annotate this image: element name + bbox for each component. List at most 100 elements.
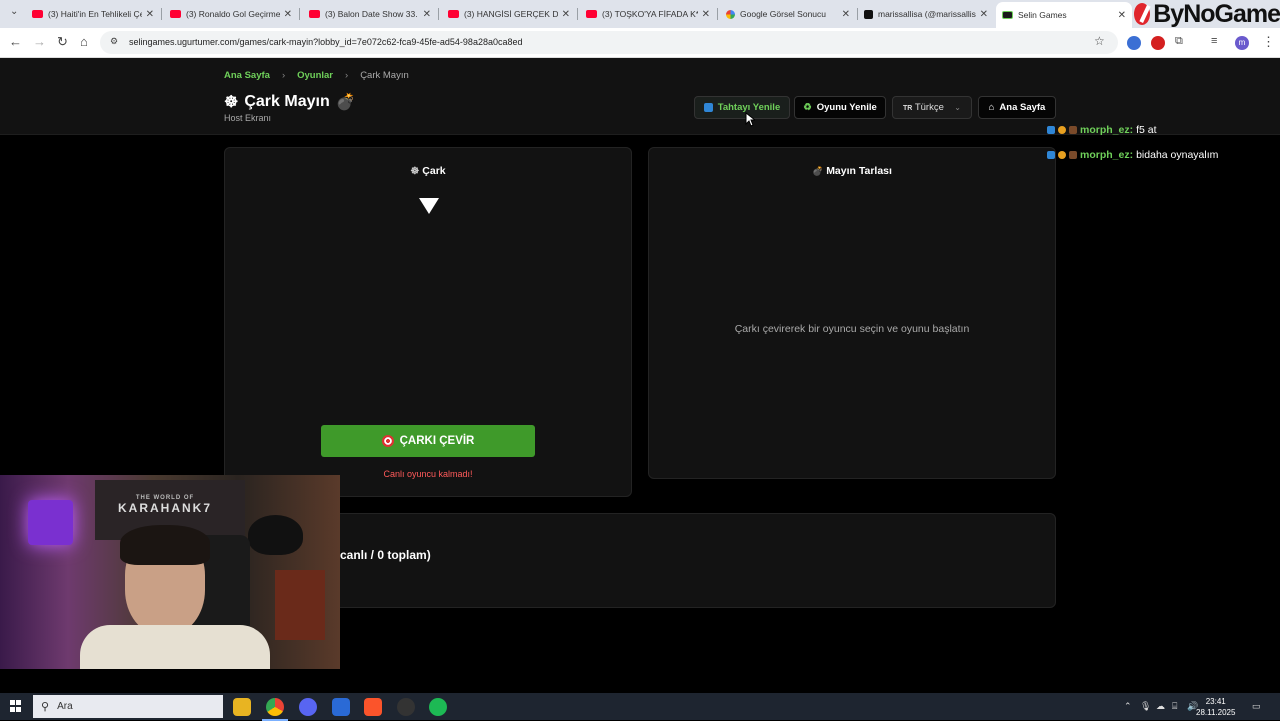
extensions-puzzle-icon[interactable]: ⧉ bbox=[1175, 35, 1183, 48]
minefield-panel-title: 💣 Mayın Tarlası bbox=[812, 165, 892, 177]
webcam-person-shirt bbox=[80, 625, 270, 669]
browser-tab-5[interactable]: (3) TOŞKO'YA FİFADA K*Y ✕ bbox=[580, 3, 716, 25]
webcam-overlay: THE WORLD OF KARAHANK7 bbox=[0, 475, 340, 669]
notification-icon[interactable]: ▭ bbox=[1252, 701, 1261, 712]
close-icon[interactable]: ✕ bbox=[980, 9, 988, 20]
house-icon: ⌂ bbox=[988, 102, 995, 113]
close-icon[interactable]: ✕ bbox=[146, 9, 154, 20]
selin-games-icon bbox=[1002, 11, 1013, 19]
refresh-icon bbox=[703, 103, 713, 112]
youtube-icon bbox=[448, 10, 459, 18]
bookmark-star-icon[interactable]: ☆ bbox=[1094, 34, 1105, 48]
webcam-person-hair bbox=[120, 525, 210, 565]
page-title: ☸ Çark Mayın 💣 bbox=[224, 93, 356, 111]
language-select[interactable]: TR Türkçe ⌄ bbox=[892, 96, 972, 119]
chat-badge-icon bbox=[1069, 126, 1077, 134]
page-subtitle: Host Ekranı bbox=[224, 113, 272, 123]
youtube-icon bbox=[32, 10, 43, 18]
chrome-icon[interactable] bbox=[262, 698, 288, 721]
mouse-cursor-icon bbox=[745, 112, 755, 127]
menu-kebab-icon[interactable]: ⋮ bbox=[1262, 34, 1275, 50]
back-icon[interactable]: ← bbox=[9, 34, 22, 49]
home-button[interactable]: ⌂ Ana Sayfa bbox=[978, 96, 1056, 119]
network-icon[interactable]: ⌸ bbox=[1172, 701, 1177, 712]
chat-badge-icon bbox=[1047, 151, 1055, 159]
forward-icon[interactable]: → bbox=[33, 34, 46, 49]
spin-wheel-button[interactable]: ÇARKI ÇEVİR bbox=[321, 425, 535, 457]
breadcrumb-home-link[interactable]: Ana Sayfa bbox=[224, 70, 270, 81]
close-icon[interactable]: ✕ bbox=[842, 9, 850, 20]
wheel-panel: ☸ Çark ÇARKI ÇEVİR Canlı oyuncu kalmadı! bbox=[224, 147, 632, 497]
media-control-icon[interactable]: ≡ bbox=[1211, 35, 1217, 47]
browser-tab-7[interactable]: marissallisa (@marissallis ✕ bbox=[858, 3, 994, 25]
close-icon[interactable]: ✕ bbox=[284, 9, 292, 20]
brave-icon[interactable] bbox=[364, 698, 382, 716]
wheel-panel-title: ☸ Çark bbox=[410, 165, 446, 177]
chevron-up-icon[interactable]: ⌃ bbox=[1124, 701, 1132, 712]
file-explorer-icon[interactable] bbox=[233, 698, 251, 716]
bomb-icon: 💣 bbox=[812, 166, 824, 176]
taskbar-search-input[interactable]: ⚲ Ara bbox=[33, 695, 223, 718]
browser-tab-2[interactable]: (3) Ronaldo Gol Geçirmez ✕ bbox=[164, 3, 298, 25]
bomb-icon: 💣 bbox=[335, 94, 356, 111]
chat-message: morph_ez: bidaha oynayalım bbox=[1047, 149, 1218, 161]
browser-tab-3[interactable]: (3) Balon Date Show 33. B ✕ bbox=[303, 3, 437, 25]
chat-badge-icon bbox=[1069, 151, 1077, 159]
webcam-neon-sign bbox=[28, 500, 73, 545]
breadcrumb-separator-icon: › bbox=[281, 70, 286, 81]
windows-taskbar: ⚲ Ara ⌃ 🎙 ☁ ⌸ 🔊 23:41 28.11.2025 ▭ bbox=[0, 693, 1280, 721]
youtube-icon bbox=[586, 10, 597, 18]
onedrive-icon[interactable]: ☁ bbox=[1156, 701, 1165, 712]
windows-start-icon[interactable] bbox=[10, 700, 22, 712]
profile-avatar[interactable]: m bbox=[1235, 36, 1249, 50]
microphone-icon[interactable]: 🎙 bbox=[1140, 701, 1151, 712]
discord-icon[interactable] bbox=[299, 698, 317, 716]
breadcrumb-games-link[interactable]: Oyunlar bbox=[297, 70, 333, 81]
browser-tab-strip: ⌄ (3) Haiti'in En Tehlikeli Çete ✕ (3) R… bbox=[0, 0, 1280, 28]
webcam-lips-decor bbox=[248, 515, 303, 555]
webcam-poster bbox=[275, 570, 325, 640]
tab-search-icon[interactable]: ⌄ bbox=[10, 6, 18, 17]
youtube-icon bbox=[309, 10, 320, 18]
spotify-icon[interactable] bbox=[429, 698, 447, 716]
chat-badge-icon bbox=[1058, 151, 1066, 159]
webcam-banner: THE WORLD OF KARAHANK7 bbox=[117, 495, 212, 515]
app-icon[interactable] bbox=[332, 698, 350, 716]
browser-tab-4[interactable]: (3) HANGİSİ GERÇEK DOK ✕ bbox=[442, 3, 576, 25]
wheel-icon: ☸ bbox=[224, 94, 239, 111]
close-icon[interactable]: ✕ bbox=[423, 9, 431, 20]
home-icon[interactable]: ⌂ bbox=[80, 34, 88, 49]
opera-extension-icon[interactable] bbox=[1151, 36, 1165, 50]
youtube-icon bbox=[170, 10, 181, 18]
close-icon[interactable]: ✕ bbox=[702, 9, 710, 20]
browser-tab-active[interactable]: Selin Games ✕ bbox=[996, 2, 1132, 28]
reload-icon[interactable]: ↻ bbox=[57, 34, 68, 50]
breadcrumb-current: Çark Mayın bbox=[360, 70, 409, 81]
restart-game-button[interactable]: ♻ Oyunu Yenile bbox=[794, 96, 886, 119]
site-info-icon[interactable]: ⚙ bbox=[110, 36, 118, 47]
tiktok-icon bbox=[864, 9, 873, 19]
address-bar: ← → ↻ ⌂ ⚙ selingames.ugurtumer.com/games… bbox=[0, 28, 1280, 58]
extension-icon[interactable] bbox=[1127, 36, 1141, 50]
recycle-icon: ♻ bbox=[803, 102, 812, 113]
chat-message: morph_ez: f5 at bbox=[1047, 124, 1157, 136]
wheel-pointer-icon bbox=[419, 198, 439, 214]
browser-tab-1[interactable]: (3) Haiti'in En Tehlikeli Çete ✕ bbox=[26, 3, 160, 25]
bynogame-logo: ByNoGame bbox=[1134, 0, 1280, 28]
taskbar-clock[interactable]: 23:41 28.11.2025 bbox=[1196, 696, 1235, 718]
breadcrumb-separator-icon: › bbox=[345, 70, 349, 81]
wheel-icon: ☸ bbox=[410, 166, 420, 177]
language-code: TR bbox=[903, 105, 913, 112]
bynogame-logo-icon bbox=[1134, 3, 1151, 25]
refresh-board-button[interactable]: Tahtayı Yenile bbox=[694, 96, 790, 119]
search-icon: ⚲ bbox=[41, 701, 50, 713]
close-icon[interactable]: ✕ bbox=[562, 9, 570, 20]
obs-icon[interactable] bbox=[397, 698, 415, 716]
minefield-instruction: Çarkı çevirerek bir oyuncu seçin ve oyun… bbox=[734, 323, 970, 335]
chat-badge-icon bbox=[1047, 126, 1055, 134]
close-icon[interactable]: ✕ bbox=[1118, 10, 1126, 21]
browser-tab-6[interactable]: Google Görsel Sonucu ✕ bbox=[720, 3, 856, 25]
google-icon bbox=[726, 9, 735, 19]
chevron-down-icon: ⌄ bbox=[954, 103, 961, 112]
url-text[interactable]: selingames.ugurtumer.com/games/cark-mayi… bbox=[129, 37, 523, 47]
